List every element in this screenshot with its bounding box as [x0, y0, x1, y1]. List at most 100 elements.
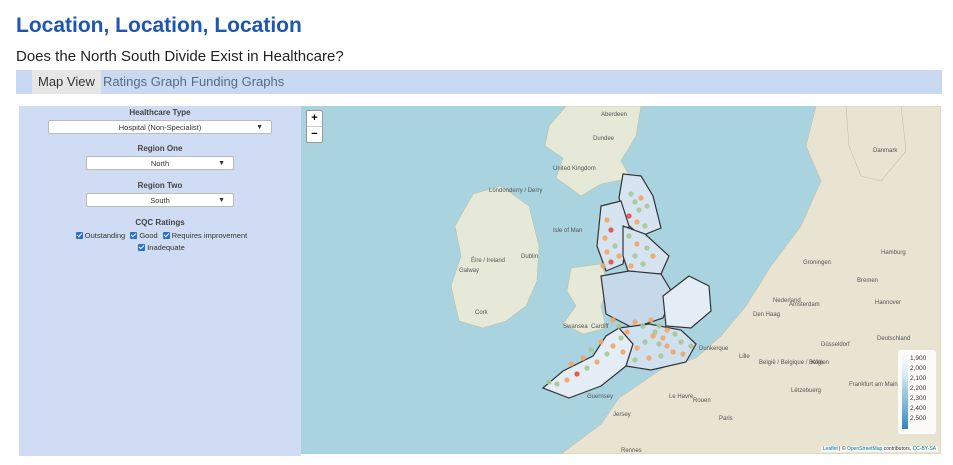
hospital-marker[interactable] — [642, 223, 648, 229]
map-view[interactable]: Aberdeen Dundee United Kingdom Londonder… — [301, 106, 941, 454]
region-two-select[interactable]: South ▼ — [86, 193, 234, 207]
hospital-marker[interactable] — [594, 359, 600, 365]
hospital-marker[interactable] — [632, 319, 638, 325]
cqc-ratings-checkboxes: Outstanding Good Requires improvement In… — [19, 230, 301, 254]
legend-tick: 1,900 — [910, 355, 927, 362]
legend-color-scale — [902, 355, 908, 429]
region-two-value: South — [150, 196, 170, 205]
leaflet-link[interactable]: Leaflet — [823, 446, 838, 452]
tab-funding-graphs[interactable]: Funding Graphs — [185, 70, 290, 94]
hospital-marker[interactable] — [632, 357, 638, 363]
hospital-marker[interactable] — [670, 349, 676, 355]
hospital-marker[interactable] — [664, 327, 670, 333]
hospital-marker[interactable] — [598, 339, 604, 345]
hospital-marker[interactable] — [628, 263, 634, 269]
hospital-marker[interactable] — [646, 355, 652, 361]
healthcare-type-value: Hospital (Non-Specialist) — [118, 123, 202, 132]
region-one-value: North — [150, 159, 170, 168]
checkbox-outstanding[interactable]: Outstanding — [73, 231, 125, 240]
healthcare-type-select[interactable]: Hospital (Non-Specialist) ▼ — [48, 120, 272, 134]
hospital-marker[interactable] — [652, 329, 658, 335]
hospital-marker[interactable] — [638, 195, 644, 201]
hospital-marker[interactable] — [588, 347, 594, 353]
hospital-marker[interactable] — [644, 203, 650, 209]
hospital-marker[interactable] — [642, 339, 648, 345]
hospital-marker[interactable] — [636, 207, 642, 213]
map-label-rouen: Rouen — [693, 398, 711, 404]
hospital-marker[interactable] — [672, 331, 678, 337]
hospital-marker[interactable] — [648, 317, 654, 323]
map-label-cork: Cork — [475, 310, 489, 316]
hospital-marker[interactable] — [656, 341, 662, 347]
map-label-jersey: Jersey — [613, 412, 631, 418]
hospital-marker[interactable] — [600, 263, 606, 269]
hospital-marker[interactable] — [660, 335, 666, 341]
checkbox-label: Good — [139, 231, 158, 240]
hospital-marker[interactable] — [554, 381, 560, 387]
tab-ratings-graph[interactable]: Ratings Graph — [97, 70, 193, 94]
tab-map-view[interactable]: Map View — [32, 70, 101, 94]
hospital-marker[interactable] — [568, 361, 574, 367]
hospital-marker[interactable] — [640, 323, 646, 329]
legend-tick: 2,100 — [910, 375, 927, 382]
hospital-marker[interactable] — [584, 365, 590, 371]
hospital-marker[interactable] — [602, 235, 608, 241]
zoom-out-button[interactable]: − — [307, 126, 322, 142]
hospital-marker[interactable] — [546, 379, 552, 385]
hospital-marker[interactable] — [604, 249, 610, 255]
hospital-marker[interactable] — [626, 213, 632, 219]
license-link[interactable]: CC-BY-SA — [913, 446, 936, 452]
chevron-down-icon: ▼ — [218, 160, 225, 167]
hospital-marker[interactable] — [634, 219, 640, 225]
checkbox-checked-icon — [138, 244, 146, 251]
chevron-down-icon: ▼ — [218, 197, 225, 204]
tab-bar: Map View Ratings Graph Funding Graphs — [16, 70, 942, 94]
hospital-marker[interactable] — [644, 245, 650, 251]
hospital-marker[interactable] — [632, 253, 638, 259]
hospital-marker[interactable] — [656, 323, 662, 329]
hospital-marker[interactable] — [608, 259, 614, 265]
hospital-marker[interactable] — [608, 227, 614, 233]
legend-tick: 2,200 — [910, 385, 927, 392]
hospital-marker[interactable] — [626, 233, 632, 239]
map-label-paris: Paris — [719, 416, 733, 422]
hospital-marker[interactable] — [628, 191, 634, 197]
hospital-marker[interactable] — [632, 199, 638, 205]
region-two-label: Region Two — [137, 181, 183, 190]
hospital-marker[interactable] — [618, 335, 624, 341]
checkbox-good[interactable]: Good — [127, 231, 158, 240]
hospital-marker[interactable] — [610, 343, 616, 349]
hospital-marker[interactable] — [688, 343, 694, 349]
map-label-aberdeen: Aberdeen — [601, 112, 627, 118]
checkbox-label: Requires improvement — [171, 231, 248, 240]
hospital-marker[interactable] — [624, 329, 630, 335]
map-label-dundee: Dundee — [593, 136, 615, 142]
checkbox-requires-improvement[interactable]: Requires improvement — [160, 231, 247, 240]
hospital-marker[interactable] — [640, 261, 646, 267]
map-canvas[interactable]: Aberdeen Dundee United Kingdom Londonder… — [301, 106, 941, 454]
hospital-marker[interactable] — [634, 241, 640, 247]
checkbox-inadequate[interactable]: Inadequate — [135, 243, 185, 252]
hospital-marker[interactable] — [580, 355, 586, 361]
hospital-marker[interactable] — [574, 371, 580, 377]
map-attribution: Leaflet | © OpenStreetMap contributors, … — [820, 446, 938, 452]
hospital-marker[interactable] — [680, 351, 686, 357]
map-label-guernsey: Guernsey — [587, 394, 613, 400]
hospital-marker[interactable] — [616, 323, 622, 329]
hospital-marker[interactable] — [658, 353, 664, 359]
osm-link[interactable]: OpenStreetMap — [847, 446, 882, 452]
hospital-marker[interactable] — [604, 217, 610, 223]
hospital-marker[interactable] — [610, 317, 616, 323]
map-label-amsterdam: Amsterdam — [789, 302, 820, 308]
hospital-marker[interactable] — [564, 377, 570, 383]
hospital-marker[interactable] — [678, 339, 684, 345]
hospital-marker[interactable] — [612, 243, 618, 249]
region-one-select[interactable]: North ▼ — [86, 156, 234, 170]
hospital-marker[interactable] — [650, 253, 656, 259]
hospital-marker[interactable] — [616, 253, 622, 259]
zoom-in-button[interactable]: + — [307, 111, 322, 126]
hospital-marker[interactable] — [620, 349, 626, 355]
hospital-marker[interactable] — [604, 351, 610, 357]
hospital-marker[interactable] — [634, 345, 640, 351]
hospital-marker[interactable] — [664, 343, 670, 349]
